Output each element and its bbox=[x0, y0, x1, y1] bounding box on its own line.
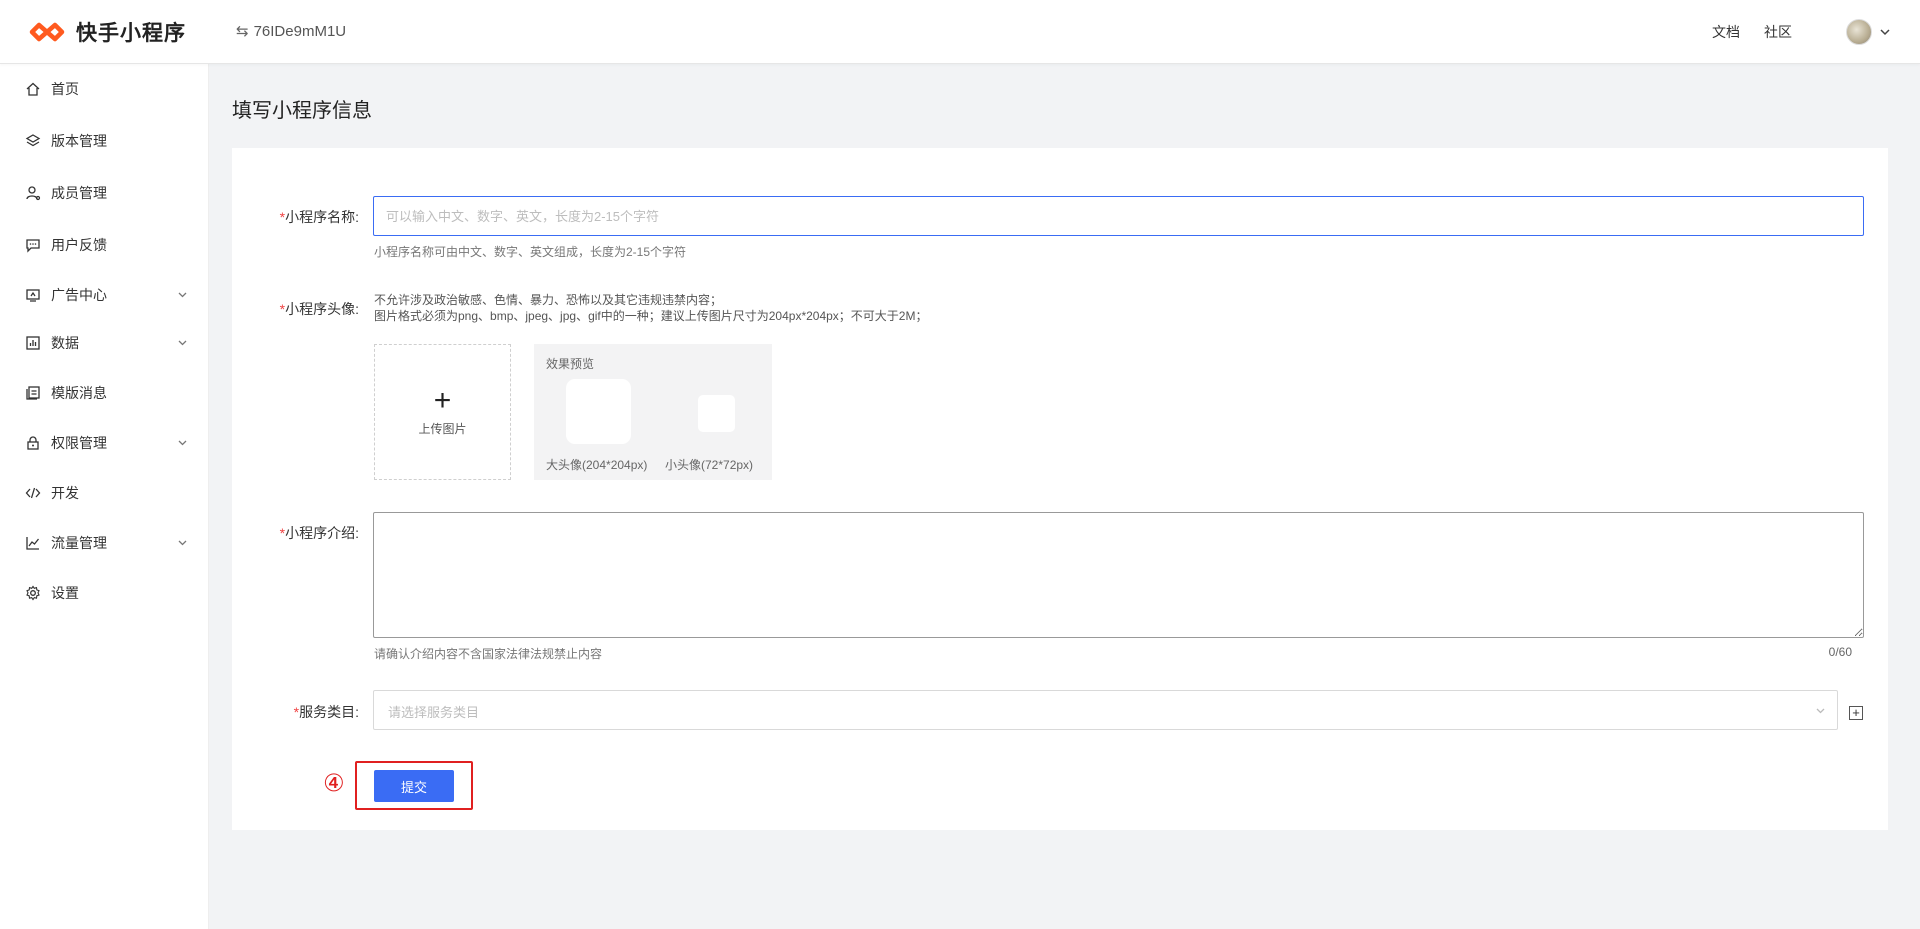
sidebar-item-label: 数据 bbox=[51, 335, 79, 351]
sidebar-item-label: 开发 bbox=[51, 485, 79, 501]
brand-name: 快手小程序 bbox=[76, 22, 186, 45]
trend-icon bbox=[25, 535, 41, 551]
submit-button[interactable]: 提交 bbox=[374, 770, 454, 802]
user-icon bbox=[25, 185, 41, 201]
step-marker: ④ bbox=[323, 770, 345, 797]
chevron-down-icon bbox=[178, 340, 187, 346]
sidebar-item-data[interactable]: 数据 bbox=[0, 323, 209, 363]
chevron-down-icon bbox=[178, 440, 187, 446]
intro-label: *小程序介绍: bbox=[279, 525, 359, 541]
page-title: 填写小程序信息 bbox=[232, 100, 372, 122]
sidebar-item-label: 广告中心 bbox=[51, 287, 107, 303]
sidebar-item-label: 权限管理 bbox=[51, 435, 107, 451]
sidebar: 首页 版本管理 成员管理 用户反馈 广告中心 数据 模版消息 权限管理 开发 流… bbox=[0, 64, 209, 929]
name-label: *小程序名称: bbox=[279, 209, 359, 225]
app-id-switcher[interactable]: ⇆ 76IDe9mM1U bbox=[236, 22, 347, 41]
sidebar-item-members[interactable]: 成员管理 bbox=[0, 173, 209, 213]
sidebar-item-versions[interactable]: 版本管理 bbox=[0, 121, 209, 161]
sidebar-item-templates[interactable]: 模版消息 bbox=[0, 373, 209, 413]
sidebar-item-ads[interactable]: 广告中心 bbox=[0, 275, 209, 315]
sidebar-item-settings[interactable]: 设置 bbox=[0, 573, 209, 613]
sidebar-item-traffic[interactable]: 流量管理 bbox=[0, 523, 209, 563]
docs-link[interactable]: 文档 bbox=[1712, 22, 1740, 42]
avatar-label: *小程序头像: bbox=[279, 301, 359, 317]
preview-small-caption: 小头像(72*72px) bbox=[665, 458, 754, 472]
sidebar-item-label: 首页 bbox=[51, 81, 79, 97]
chevron-down-icon bbox=[178, 292, 187, 298]
avatar[interactable] bbox=[1846, 19, 1872, 45]
upload-label: 上传图片 bbox=[418, 421, 467, 436]
ad-icon bbox=[25, 287, 41, 303]
sidebar-item-label: 成员管理 bbox=[51, 185, 107, 201]
swap-icon: ⇆ bbox=[236, 23, 249, 40]
avatar-rule-1: 不允许涉及政治敏感、色情、暴力、恐怖以及其它违规违禁内容； bbox=[374, 293, 723, 307]
name-input[interactable] bbox=[373, 196, 1864, 236]
category-label: *服务类目: bbox=[293, 704, 359, 720]
app-id-text: 76IDe9mM1U bbox=[253, 22, 347, 40]
home-icon bbox=[25, 81, 41, 97]
preview-big-avatar bbox=[566, 379, 631, 444]
sidebar-item-permissions[interactable]: 权限管理 bbox=[0, 423, 209, 463]
category-select[interactable]: 请选择服务类目 bbox=[373, 690, 1838, 730]
sidebar-item-feedback[interactable]: 用户反馈 bbox=[0, 225, 209, 265]
preview-small-avatar bbox=[698, 395, 735, 432]
chevron-down-icon bbox=[178, 540, 187, 546]
sidebar-item-label: 设置 bbox=[51, 585, 79, 601]
top-header: 快手小程序 ⇆ 76IDe9mM1U 文档 社区 bbox=[0, 0, 1920, 64]
chart-icon bbox=[25, 335, 41, 351]
sidebar-item-label: 流量管理 bbox=[51, 535, 107, 551]
sidebar-item-develop[interactable]: 开发 bbox=[0, 473, 209, 513]
intro-textarea[interactable] bbox=[373, 512, 1864, 638]
logo[interactable]: 快手小程序 bbox=[28, 18, 186, 46]
intro-hint: 请确认介绍内容不含国家法律法规禁止内容 bbox=[374, 647, 603, 661]
chat-icon bbox=[25, 237, 41, 253]
preview-big-caption: 大头像(204*204px) bbox=[546, 458, 648, 472]
lock-icon bbox=[25, 435, 41, 451]
sidebar-item-label: 版本管理 bbox=[51, 133, 107, 149]
add-category-button[interactable]: + bbox=[1849, 706, 1863, 720]
name-hint: 小程序名称可由中文、数字、英文组成，长度为2-15个字符 bbox=[374, 245, 687, 259]
sidebar-item-label: 模版消息 bbox=[51, 385, 107, 401]
gear-icon bbox=[25, 585, 41, 601]
kuaishou-logo-icon bbox=[28, 19, 66, 45]
chevron-down-icon bbox=[1816, 708, 1825, 714]
preview-title: 效果预览 bbox=[546, 357, 595, 371]
code-icon bbox=[25, 485, 41, 501]
header-links: 文档 社区 bbox=[1712, 0, 1920, 64]
template-icon bbox=[25, 385, 41, 401]
layers-icon bbox=[25, 133, 41, 149]
sidebar-item-home[interactable]: 首页 bbox=[0, 69, 209, 109]
intro-char-counter: 0/60 bbox=[1828, 645, 1852, 659]
community-link[interactable]: 社区 bbox=[1764, 22, 1792, 42]
category-placeholder: 请选择服务类目 bbox=[388, 705, 480, 720]
sidebar-item-label: 用户反馈 bbox=[51, 237, 107, 253]
avatar-preview: 效果预览 大头像(204*204px) 小头像(72*72px) bbox=[534, 344, 772, 480]
plus-icon: + bbox=[433, 383, 452, 417]
avatar-rule-2: 图片格式必须为png、bmp、jpeg、jpg、gif中的一种；建议上传图片尺寸… bbox=[374, 309, 928, 323]
chevron-down-icon[interactable] bbox=[1878, 25, 1892, 39]
upload-image-button[interactable]: + 上传图片 bbox=[374, 344, 511, 480]
